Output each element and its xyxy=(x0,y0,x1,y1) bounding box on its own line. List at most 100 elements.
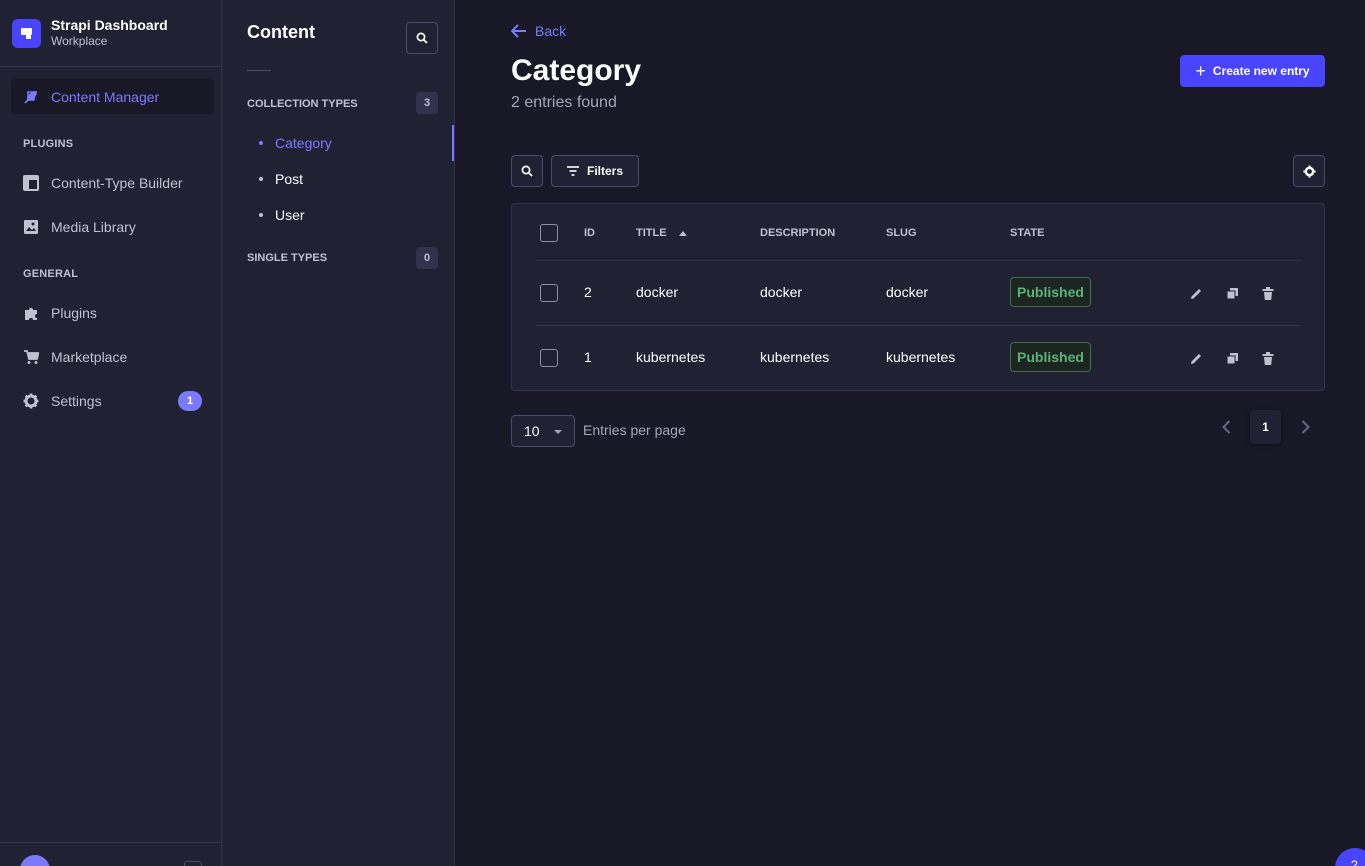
duplicate-button[interactable] xyxy=(1224,350,1240,366)
per-page-value: 10 xyxy=(524,423,540,439)
back-link[interactable]: Back xyxy=(511,23,566,39)
entries-per-page-select[interactable]: 10 xyxy=(511,415,575,447)
collection-types-heading: COLLECTION TYPES xyxy=(247,98,358,110)
gear-icon xyxy=(1302,164,1316,178)
trash-icon xyxy=(1262,351,1274,365)
subnav-item-label: Category xyxy=(275,135,332,151)
status-badge: Published xyxy=(1010,277,1091,307)
cart-icon xyxy=(23,349,40,365)
delete-button[interactable] xyxy=(1260,285,1276,301)
sidebar-item-label: Settings xyxy=(51,392,102,409)
column-header-label: TITLE xyxy=(636,227,667,239)
sort-ascending-icon xyxy=(678,230,687,236)
filters-label: Filters xyxy=(586,164,623,178)
plugins-heading: PLUGINS xyxy=(23,138,74,150)
duplicate-icon xyxy=(1226,352,1238,364)
chevron-right-icon xyxy=(1301,420,1310,434)
create-new-entry-button[interactable]: + Create new entry xyxy=(1180,55,1325,87)
layout-icon xyxy=(23,174,39,191)
pencil-icon xyxy=(1190,288,1201,299)
collection-types-count: 3 xyxy=(416,92,438,114)
page-button-current[interactable]: 1 xyxy=(1250,410,1281,444)
row-checkbox[interactable] xyxy=(540,284,558,302)
column-header-state[interactable]: STATE xyxy=(1010,227,1044,239)
settings-notification-badge: 1 xyxy=(178,390,202,411)
subnav-item-user[interactable]: User xyxy=(259,207,305,223)
sidebar-item-marketplace[interactable]: Marketplace xyxy=(11,339,214,374)
row-divider xyxy=(536,325,1301,326)
sidebar-item-label: Content Manager xyxy=(51,88,160,105)
filter-icon xyxy=(566,166,579,176)
bullet-icon xyxy=(259,141,263,145)
active-indicator xyxy=(452,125,454,161)
create-entry-label: Create new entry xyxy=(1212,64,1310,78)
entries-per-page-label: Entries per page xyxy=(583,422,686,438)
general-heading: GENERAL xyxy=(23,268,79,280)
subnav-item-post[interactable]: Post xyxy=(259,171,303,187)
cell-title: docker xyxy=(636,284,679,300)
single-types-heading: SINGLE TYPES xyxy=(247,252,328,264)
status-badge: Published xyxy=(1010,342,1091,372)
caret-down-icon xyxy=(554,430,562,434)
subnav-divider xyxy=(247,70,271,71)
column-header-title[interactable]: TITLE xyxy=(636,227,687,239)
single-types-count: 0 xyxy=(416,247,438,269)
subnav-item-label: User xyxy=(275,207,305,223)
main-sidebar: Strapi Dashboard Workplace Content Manag… xyxy=(0,0,222,866)
filters-button[interactable]: Filters xyxy=(551,155,639,187)
column-header-slug[interactable]: SLUG xyxy=(886,227,917,239)
collapse-sidebar-button[interactable] xyxy=(184,861,202,866)
entries-count: 2 entries found xyxy=(511,94,617,111)
sidebar-item-label: Media Library xyxy=(51,218,136,235)
back-label: Back xyxy=(535,23,567,39)
help-button[interactable]: ? xyxy=(1335,848,1365,866)
entries-table: ID TITLE DESCRIPTION SLUG STATE 2 docker… xyxy=(511,203,1325,391)
sidebar-item-label: Content-Type Builder xyxy=(51,174,183,191)
search-icon xyxy=(521,165,533,177)
subnav-item-category[interactable]: Category xyxy=(259,135,332,151)
user-footer[interactable] xyxy=(0,842,222,866)
brand-subtitle: Workplace xyxy=(51,34,108,48)
search-icon xyxy=(416,32,428,44)
column-header-id[interactable]: ID xyxy=(584,227,595,239)
pencil-icon xyxy=(1190,353,1201,364)
row-divider xyxy=(536,260,1301,261)
sidebar-item-media-library[interactable]: Media Library xyxy=(11,209,214,244)
search-button[interactable] xyxy=(511,155,543,187)
select-all-checkbox[interactable] xyxy=(540,224,558,242)
brand-header: Strapi Dashboard Workplace xyxy=(0,0,221,67)
gear-icon xyxy=(23,393,39,409)
cell-slug: docker xyxy=(886,284,929,300)
arrow-left-icon xyxy=(511,24,526,38)
column-header-description[interactable]: DESCRIPTION xyxy=(760,227,835,239)
content-subnav: Content COLLECTION TYPES 3 Category Post… xyxy=(222,0,455,866)
delete-button[interactable] xyxy=(1260,350,1276,366)
subnav-search-button[interactable] xyxy=(406,22,438,54)
edit-button[interactable] xyxy=(1188,350,1204,366)
next-page-button[interactable] xyxy=(1297,417,1313,437)
sidebar-item-settings[interactable]: Settings 1 xyxy=(11,383,214,418)
feather-icon xyxy=(23,89,39,105)
question-mark-icon: ? xyxy=(1351,858,1358,866)
sidebar-item-content-type-builder[interactable]: Content-Type Builder xyxy=(11,165,214,200)
bullet-icon xyxy=(259,213,263,217)
cell-description: kubernetes xyxy=(760,349,830,365)
image-icon xyxy=(23,219,39,235)
previous-page-button[interactable] xyxy=(1218,417,1234,437)
duplicate-button[interactable] xyxy=(1224,285,1240,301)
cell-id: 2 xyxy=(584,284,592,300)
edit-button[interactable] xyxy=(1188,285,1204,301)
cell-slug: kubernetes xyxy=(886,349,956,365)
row-checkbox[interactable] xyxy=(540,349,558,367)
sidebar-item-label: Plugins xyxy=(51,304,97,321)
sidebar-item-plugins[interactable]: Plugins xyxy=(11,295,214,330)
duplicate-icon xyxy=(1226,287,1238,299)
sidebar-item-label: Marketplace xyxy=(51,348,128,365)
avatar[interactable] xyxy=(20,855,50,866)
cell-description: docker xyxy=(760,284,803,300)
table-settings-button[interactable] xyxy=(1293,155,1325,187)
sidebar-item-content-manager[interactable]: Content Manager xyxy=(11,79,214,114)
brand-title: Strapi Dashboard xyxy=(51,17,168,33)
strapi-logo-icon xyxy=(12,18,41,48)
bullet-icon xyxy=(259,177,263,181)
